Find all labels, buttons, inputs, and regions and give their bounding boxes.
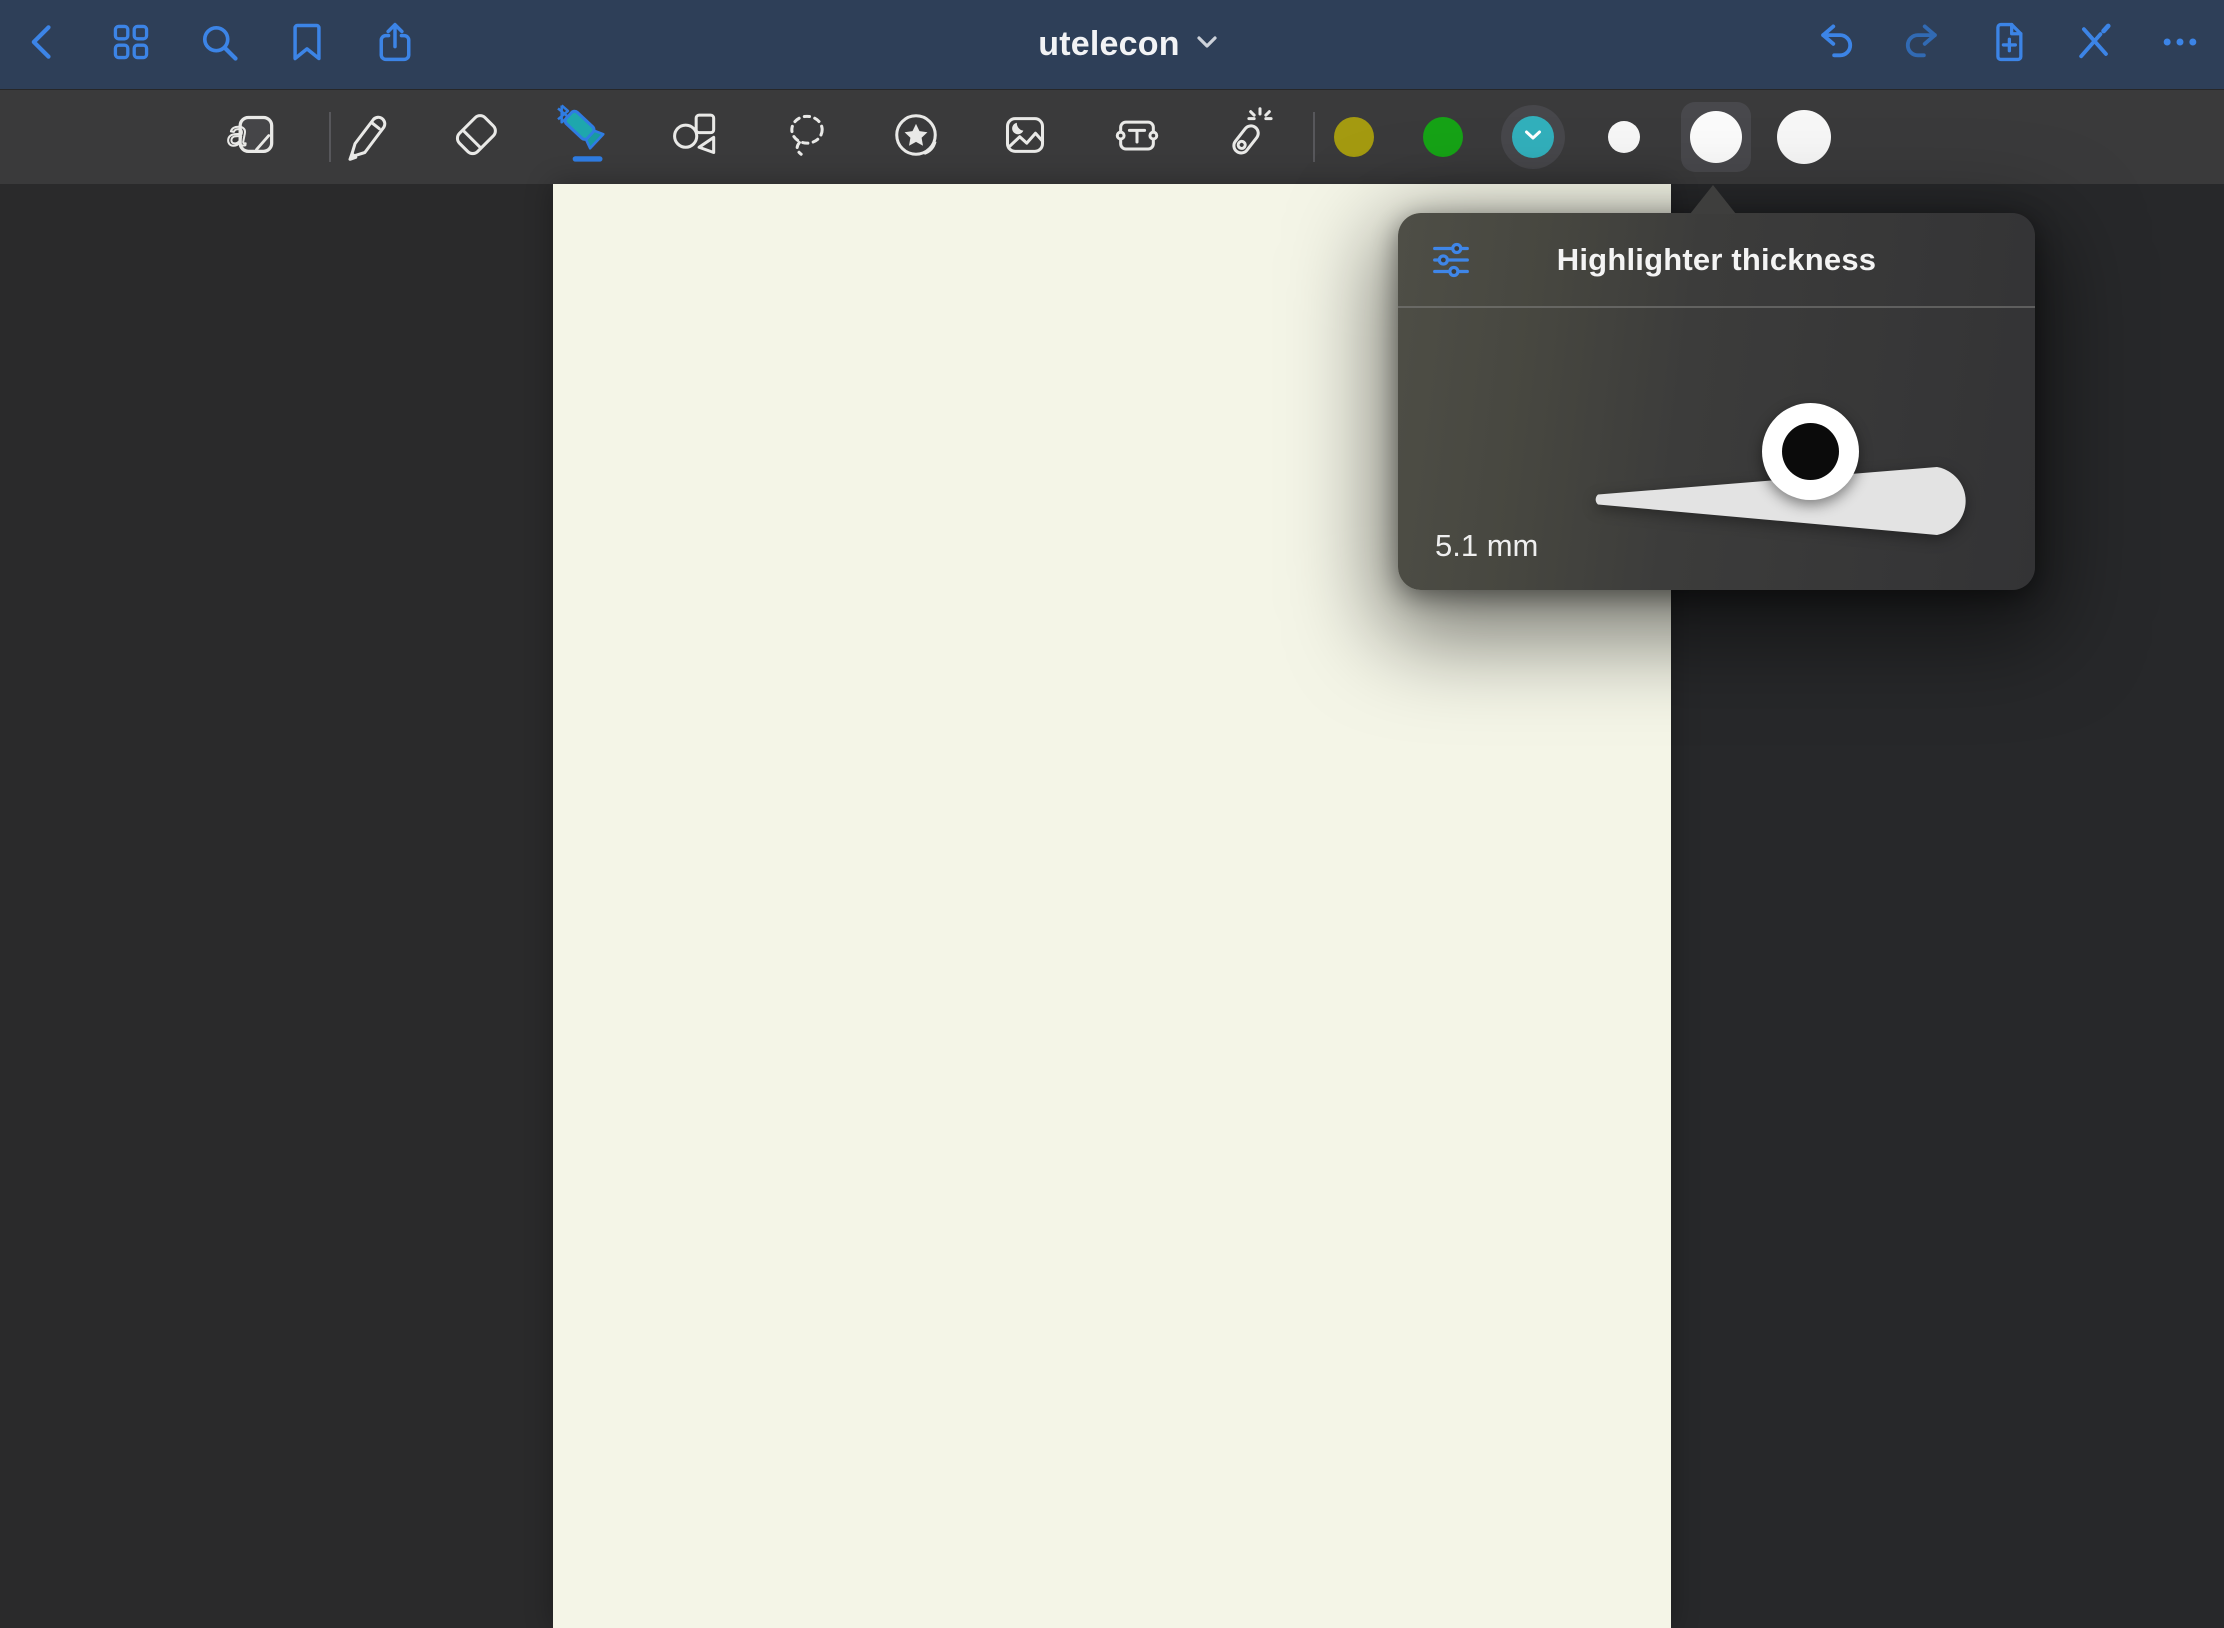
toolbar-divider-left [329, 112, 331, 162]
thumbnails-button[interactable] [109, 23, 153, 67]
toolbar-divider-right [1313, 112, 1315, 162]
redo-icon [1900, 20, 1944, 69]
zoom-window-icon: a [225, 107, 281, 168]
topbar-left-group [21, 0, 417, 89]
popover-title: Highlighter thickness [1398, 242, 2035, 278]
tool-highlighter[interactable] [558, 108, 616, 166]
pen-icon [338, 107, 394, 168]
shapes-icon [667, 107, 723, 168]
laser-pointer-icon [1218, 107, 1274, 168]
swatch-chevron-down-icon [1524, 128, 1542, 146]
search-icon [197, 20, 241, 69]
share-button[interactable] [373, 23, 417, 67]
sticker-star-icon [888, 107, 944, 168]
tool-lasso[interactable] [778, 108, 836, 166]
bookmark-button[interactable] [285, 23, 329, 67]
eraser-icon [448, 107, 504, 168]
thickness-slider-zone: 5.1 mm [1398, 308, 2035, 590]
more-ellipsis-icon [2158, 20, 2202, 69]
pen-cross-icon [2072, 20, 2116, 69]
top-navigation-bar: utelecon [0, 0, 2224, 89]
thickness-preset-small[interactable] [1608, 121, 1640, 153]
bookmark-icon [285, 20, 329, 69]
topbar-right-group [1814, 0, 2202, 89]
back-button[interactable] [21, 23, 65, 67]
tool-shapes[interactable] [666, 108, 724, 166]
document-title-menu[interactable]: utelecon [1038, 25, 1217, 64]
teal-color [1512, 116, 1554, 158]
popover-header: Highlighter thickness [1398, 213, 2035, 308]
tool-zoom-window[interactable]: a [224, 108, 282, 166]
tool-text[interactable] [1108, 108, 1166, 166]
redo-button[interactable] [1900, 23, 1944, 67]
undo-icon [1814, 20, 1858, 69]
thickness-preset-large[interactable] [1777, 110, 1831, 164]
tool-bar: a [0, 89, 2224, 184]
pen-cross-button[interactable] [2072, 23, 2116, 67]
back-chevron-icon [21, 20, 65, 69]
add-page-icon [1986, 20, 2030, 69]
add-page-button[interactable] [1986, 23, 2030, 67]
zoom-window-glyph: a [227, 114, 246, 153]
lasso-icon [779, 107, 835, 168]
thickness-medium-dot [1690, 111, 1742, 163]
thickness-slider-knob[interactable] [1762, 403, 1859, 500]
color-swatch-teal-selected[interactable] [1501, 105, 1565, 169]
thickness-value-label: 5.1 mm [1435, 528, 1538, 564]
tool-image[interactable] [996, 108, 1054, 166]
tool-pen[interactable] [337, 108, 395, 166]
text-icon [1109, 107, 1165, 168]
tool-stickers[interactable] [887, 108, 945, 166]
highlighter-thickness-popover: Highlighter thickness 5.1 mm [1398, 213, 2035, 590]
image-icon [997, 107, 1053, 168]
thumbnails-grid-icon [109, 20, 153, 69]
tool-pointer[interactable] [1217, 108, 1275, 166]
share-icon [373, 20, 417, 69]
tool-eraser[interactable] [447, 108, 505, 166]
document-title: utelecon [1038, 25, 1179, 64]
search-button[interactable] [197, 23, 241, 67]
color-swatch-green[interactable] [1423, 117, 1463, 157]
title-chevron-down-icon [1196, 35, 1218, 54]
thickness-slider-knob-center [1782, 423, 1839, 480]
thickness-preset-medium-selected[interactable] [1681, 102, 1751, 172]
more-button[interactable] [2158, 23, 2202, 67]
app-screen: utelecon [0, 0, 2224, 1628]
color-swatch-yellow[interactable] [1334, 117, 1374, 157]
popover-arrow [1690, 185, 1736, 214]
undo-button[interactable] [1814, 23, 1858, 67]
highlighter-icon [559, 107, 615, 168]
